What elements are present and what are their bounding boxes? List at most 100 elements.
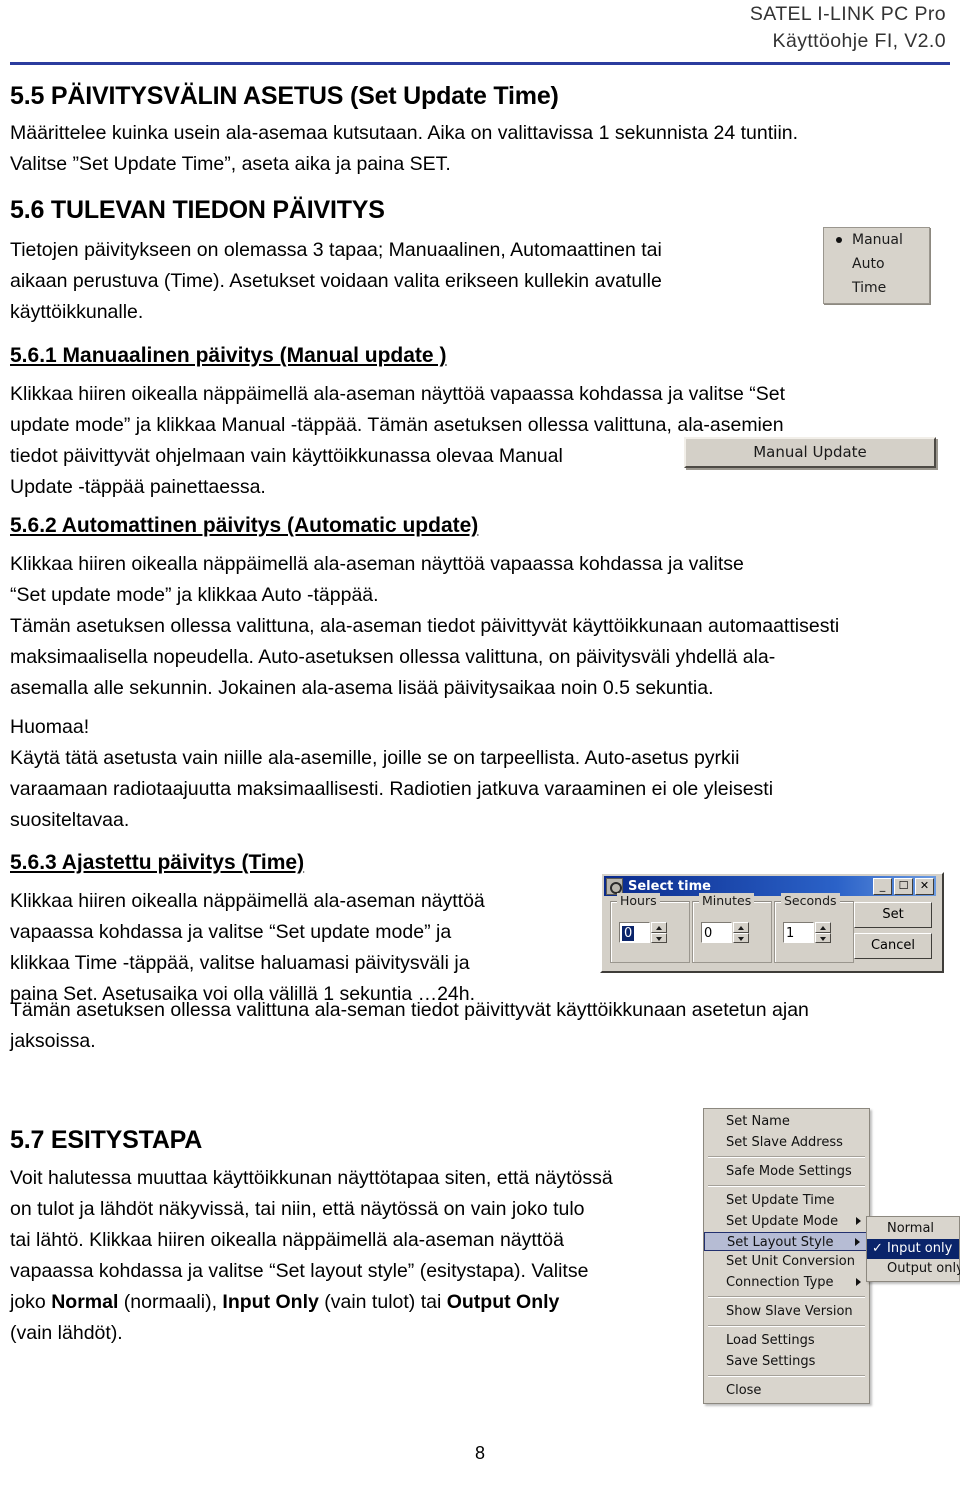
section-5-6-heading: 5.6 TULEVAN TIEDON PÄIVITYS: [10, 196, 385, 224]
seconds-input[interactable]: 1: [783, 922, 814, 943]
hours-spin-arrows[interactable]: [651, 922, 667, 943]
update-mode-item-time[interactable]: Time: [824, 276, 929, 300]
manual-update-button[interactable]: Manual Update: [684, 437, 936, 468]
update-mode-item-manual-label: Manual: [852, 232, 903, 248]
section-5-5-line-2: Valitse ”Set Update Time”, aseta aika ja…: [10, 153, 451, 175]
minutes-group: Minutes 0: [692, 893, 772, 963]
note-line-1: Käytä tätä asetusta vain niille ala-asem…: [10, 747, 740, 769]
section-5-7-line-3: tai lähtö. Klikkaa hiiren oikealla näppä…: [10, 1229, 564, 1251]
seconds-label: Seconds: [781, 893, 840, 908]
s57-l5-c: (normaali),: [118, 1291, 223, 1313]
submenu-item-output-only-label: Output only: [887, 1261, 960, 1276]
context-menu-item-set-update-time[interactable]: Set Update Time: [704, 1190, 869, 1211]
update-mode-item-auto[interactable]: Auto: [824, 252, 929, 276]
context-menu-item-set-update-mode-label: Set Update Mode: [726, 1214, 839, 1229]
submenu-item-input-only[interactable]: ✓ Input only: [867, 1239, 959, 1259]
context-menu-item-connection-type-label: Connection Type: [726, 1275, 834, 1290]
section-5-6-1-line-4: Update -täppää painettaessa.: [10, 476, 266, 498]
context-menu-item-safe-mode-settings[interactable]: Safe Mode Settings: [704, 1161, 869, 1182]
hours-input[interactable]: 0: [619, 922, 650, 943]
section-5-6-2-line-3: Tämän asetuksen ollessa valittuna, ala-a…: [10, 615, 840, 637]
hours-spin-up-icon[interactable]: [651, 922, 667, 933]
context-menu-item-set-unit-conversion[interactable]: Set Unit Conversion: [704, 1251, 869, 1272]
seconds-stepper[interactable]: 1: [783, 922, 831, 943]
set-button[interactable]: Set: [854, 902, 932, 928]
note-title: Huomaa!: [10, 716, 90, 738]
context-menu-item-set-slave-address[interactable]: Set Slave Address: [704, 1132, 869, 1153]
seconds-spin-arrows[interactable]: [815, 922, 831, 943]
header-manual-version: Käyttöohje FI, V2.0: [772, 30, 946, 52]
section-5-7-line-6: (vain lähdöt).: [10, 1322, 123, 1344]
section-5-6-2-line-4: maksimaalisella nopeudella. Auto-asetuks…: [10, 646, 776, 668]
update-mode-menu[interactable]: Manual Auto Time: [823, 227, 930, 304]
seconds-group: Seconds 1: [774, 893, 854, 963]
section-5-6-3: 5.6.3 Ajastettu päivitys (Time): [10, 851, 304, 875]
close-icon[interactable]: ✕: [915, 877, 934, 895]
section-5-5: 5.5 PÄIVITYSVÄLIN ASETUS (Set Update Tim…: [10, 82, 559, 111]
section-5-7: 5.7 ESITYSTAPA: [10, 1126, 202, 1155]
context-menu-item-close[interactable]: Close: [704, 1380, 869, 1401]
section-5-6-3-line-5: Tämän asetuksen ollessa valittuna ala-se…: [10, 999, 809, 1021]
section-5-6-3-line-1: Klikkaa hiiren oikealla näppäimellä ala-…: [10, 890, 485, 912]
minutes-spin-arrows[interactable]: [733, 922, 749, 943]
hours-stepper[interactable]: 0: [619, 922, 667, 943]
section-5-7-line-2: on tulot ja lähdöt näkyvissä, tai niin, …: [10, 1198, 585, 1220]
select-time-dialog-title: Select time: [628, 878, 711, 894]
context-menu-item-show-slave-version[interactable]: Show Slave Version: [704, 1301, 869, 1322]
section-5-6-2-line-1: Klikkaa hiiren oikealla näppäimellä ala-…: [10, 553, 744, 575]
update-mode-item-time-label: Time: [852, 280, 887, 296]
context-menu-separator: [708, 1325, 865, 1327]
section-5-6-3-line-6: jaksoissa.: [10, 1030, 96, 1052]
section-5-6-2-body: Klikkaa hiiren oikealla näppäimellä ala-…: [10, 549, 940, 704]
slave-context-menu[interactable]: Set Name Set Slave Address Safe Mode Set…: [703, 1108, 870, 1404]
chevron-right-icon: [856, 1278, 861, 1286]
submenu-item-output-only[interactable]: Output only: [867, 1259, 960, 1279]
section-5-6-3-line-2: vapaassa kohdassa ja valitse “Set update…: [10, 921, 452, 943]
update-mode-item-manual[interactable]: Manual: [824, 228, 929, 252]
minutes-stepper[interactable]: 0: [701, 922, 749, 943]
context-menu-item-set-layout-style[interactable]: Set Layout Style: [704, 1232, 869, 1251]
seconds-spin-up-icon[interactable]: [815, 922, 831, 933]
section-5-7-line-4: vapaassa kohdassa ja valitse “Set layout…: [10, 1260, 589, 1282]
minimize-icon[interactable]: _: [873, 877, 892, 895]
minutes-label: Minutes: [699, 893, 755, 908]
layout-style-output-only: Output Only: [446, 1291, 560, 1313]
section-5-7-body: Voit halutessa muuttaa käyttöikkunan näy…: [10, 1163, 690, 1349]
section-5-6-line-2: aikaan perustuva (Time). Asetukset voida…: [10, 270, 662, 292]
section-5-5-line-1: Määrittelee kuinka usein ala-asemaa kuts…: [10, 122, 799, 144]
chevron-right-icon: [856, 1217, 861, 1225]
section-5-6-1-heading: 5.6.1 Manuaalinen päivitys (Manual updat…: [10, 344, 447, 367]
clock-icon: [606, 877, 623, 895]
window-caption-buttons: _ ☐ ✕: [873, 877, 936, 895]
section-5-6-body: Tietojen päivitykseen on olemassa 3 tapa…: [10, 235, 810, 328]
section-5-7-line-5: joko Normal (normaali), Input Only (vain…: [10, 1287, 690, 1318]
layout-style-submenu[interactable]: Normal ✓ Input only Output only: [866, 1216, 960, 1282]
section-5-6-2-line-5: asemalla alle sekunnin. Jokainen ala-ase…: [10, 677, 714, 699]
section-5-6-line-1: Tietojen päivitykseen on olemassa 3 tapa…: [10, 239, 662, 261]
select-time-dialog[interactable]: Select time _ ☐ ✕ Hours 0 Minutes 0 Seco…: [600, 872, 944, 973]
cancel-button[interactable]: Cancel: [854, 933, 932, 959]
minutes-spin-down-icon[interactable]: [733, 932, 749, 943]
context-menu-item-set-update-mode[interactable]: Set Update Mode: [704, 1211, 869, 1232]
submenu-item-input-only-label: Input only: [887, 1241, 953, 1256]
maximize-icon[interactable]: ☐: [894, 877, 913, 895]
hours-label: Hours: [617, 893, 660, 908]
note-block: Huomaa! Käytä tätä asetusta vain niille …: [10, 712, 940, 836]
submenu-item-normal-label: Normal: [887, 1221, 935, 1236]
submenu-item-normal[interactable]: Normal: [867, 1219, 959, 1239]
context-menu-item-load-settings[interactable]: Load Settings: [704, 1330, 869, 1351]
context-menu-separator: [708, 1375, 865, 1377]
section-5-6-line-3: käyttöikkunalle.: [10, 301, 144, 323]
section-5-6: 5.6 TULEVAN TIEDON PÄIVITYS: [10, 196, 385, 225]
hours-group: Hours 0: [610, 893, 690, 963]
context-menu-item-save-settings[interactable]: Save Settings: [704, 1351, 869, 1372]
seconds-spin-down-icon[interactable]: [815, 932, 831, 943]
header-divider-rule: [10, 62, 950, 65]
context-menu-item-set-name[interactable]: Set Name: [704, 1111, 869, 1132]
update-mode-item-auto-label: Auto: [852, 256, 885, 272]
minutes-input[interactable]: 0: [701, 922, 732, 943]
section-5-6-2-line-2: “Set update mode” ja klikkaa Auto -täppä…: [10, 584, 379, 606]
minutes-spin-up-icon[interactable]: [733, 922, 749, 933]
hours-spin-down-icon[interactable]: [651, 932, 667, 943]
context-menu-item-connection-type[interactable]: Connection Type: [704, 1272, 869, 1293]
